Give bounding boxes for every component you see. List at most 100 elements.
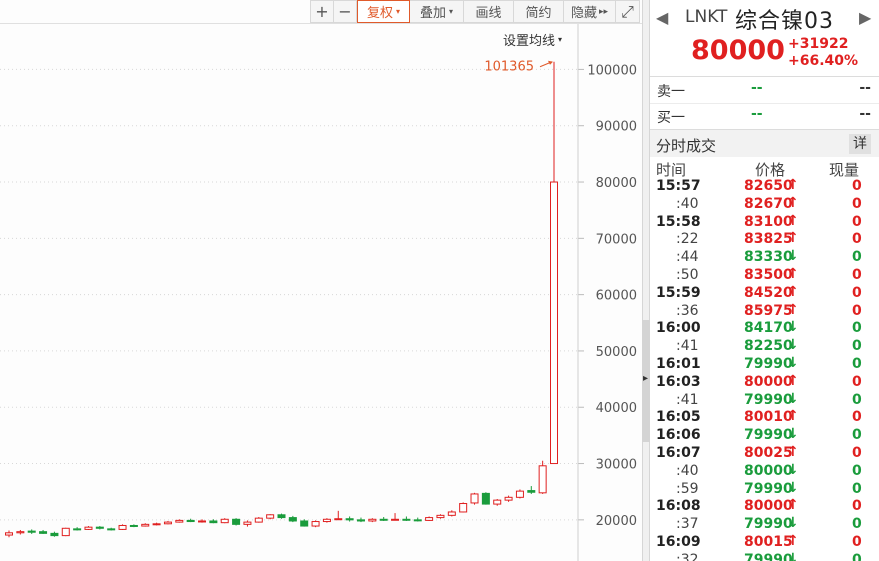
arrow-up-icon: ↑ (787, 532, 799, 549)
tick-volume: 0 (852, 355, 862, 372)
candle-body (186, 519, 195, 523)
tick-time: 16:03 (656, 373, 701, 390)
candle-body (163, 521, 172, 525)
arrow-up-icon: ↑ (787, 301, 799, 318)
tick-volume: 0 (852, 195, 862, 212)
tick-volume: 0 (852, 320, 862, 337)
tick-row: 16:06 79990 ↓ 0 (650, 426, 879, 445)
tick-row: :40 82670 ↑ 0 (650, 194, 879, 214)
candle-body (175, 519, 184, 523)
tick-row: :32 79990 ↓ 0 (650, 551, 879, 561)
candle-body (288, 517, 297, 522)
tick-price: 85975 (744, 302, 793, 319)
candle-body (254, 517, 263, 523)
double-arrow-icon: ▸▸ (598, 6, 609, 17)
last-price: 80000 (691, 35, 785, 66)
candle-body (470, 493, 479, 504)
tick-volume: 0 (852, 249, 862, 266)
tick-row: 15:58 83100 ↑ 0 (650, 213, 879, 232)
chart-grid (0, 68, 584, 521)
candle-body (141, 523, 150, 527)
candle-body (243, 521, 252, 525)
tick-price: 79990 (744, 551, 793, 561)
arrow-up-icon: ↑ (787, 230, 799, 247)
candle-body (118, 524, 127, 530)
tick-row: 16:07 80025 ↑ 0 (650, 444, 879, 463)
candle-body (311, 521, 320, 527)
fullscreen-button[interactable]: ⤢ (616, 0, 640, 23)
tick-price: 80000 (744, 373, 793, 390)
tick-time: 16:00 (656, 320, 701, 337)
ticks-detail-button[interactable]: 详 (849, 134, 871, 154)
y-tick-label: 50000 (596, 345, 637, 360)
kline-chart-panel[interactable]: 100000 90000 80000 70000 60000 50000 40000 3000… (0, 0, 644, 561)
ma-setting-dropdown[interactable]: 设置均线 ▾ (503, 30, 562, 49)
y-tick-label: 90000 (596, 120, 637, 135)
kline-chart[interactable]: 100000 90000 80000 70000 60000 50000 40000 3000… (0, 0, 642, 561)
jianyue-button[interactable]: 简约 (514, 0, 564, 23)
tick-row: 16:09 80015 ↑ 0 (650, 532, 879, 552)
tick-row: 16:01 79990 ↓ 0 (650, 355, 879, 374)
arrow-down-icon: ↓ (787, 479, 799, 496)
tick-volume: 0 (852, 284, 862, 301)
arrow-up-icon: ↑ (787, 265, 799, 282)
tick-price: 79990 (744, 516, 793, 533)
arrow-down-icon: ↓ (787, 515, 799, 532)
panel-divider[interactable] (642, 0, 650, 561)
tick-row: :44 83330 ↓ 0 (650, 248, 879, 267)
tick-time: :41 (676, 338, 699, 355)
candle-body (198, 520, 207, 523)
zoom-in-button[interactable]: + (310, 0, 334, 23)
diejia-dropdown[interactable]: 叠加 ▾ (410, 0, 464, 23)
candle-body (504, 496, 513, 501)
candle-body (493, 499, 502, 505)
tick-volume: 0 (852, 516, 862, 533)
tick-row: :37 79990 ↓ 0 (650, 515, 879, 534)
candle-body (550, 181, 558, 465)
collapse-arrow-icon[interactable]: ▸ (643, 373, 648, 384)
col-volume: 现量 (829, 161, 860, 179)
ma-setting-label: 设置均线 (503, 34, 556, 49)
fuquan-dropdown[interactable]: 复权 ▾ (357, 0, 410, 23)
tick-price: 80010 (744, 409, 793, 426)
ticks-columns: 时间 价格 现量 (650, 158, 879, 179)
tick-price: 83825 (744, 231, 793, 248)
bid-volume: -- (859, 106, 871, 122)
candle-body (345, 518, 354, 521)
tick-price: 84520 (744, 284, 793, 301)
tick-row: :50 83500 ↑ 0 (650, 265, 879, 285)
arrow-up-icon: ↑ (787, 283, 799, 300)
tick-row: 15:57 82650 ↑ 0 (650, 177, 879, 196)
price-change: +31922 (788, 36, 849, 52)
tick-volume: 0 (852, 498, 862, 515)
tick-price: 84170 (744, 320, 793, 337)
tick-time: :40 (676, 462, 699, 479)
tick-volume: 0 (852, 373, 862, 390)
tick-volume: 0 (852, 427, 862, 444)
tick-row: 15:59 84520 ↑ 0 (650, 283, 879, 303)
arrow-up-icon: ↑ (787, 194, 799, 211)
next-symbol-icon[interactable]: ▶ (859, 8, 871, 27)
col-time: 时间 (656, 161, 687, 179)
zoom-out-button[interactable]: − (334, 0, 357, 23)
yincang-button[interactable]: 隐藏 ▸▸ (564, 0, 616, 23)
candle-body (368, 518, 377, 522)
candle-body (50, 532, 59, 537)
minus-icon: − (338, 2, 352, 21)
arrow-down-icon: ↓ (787, 461, 799, 478)
tick-price: 83100 (744, 213, 793, 230)
tick-price: 82250 (744, 338, 793, 355)
tick-list[interactable]: 15:57 82650 ↑ 0:40 82670 ↑ 0 15:58 83100 ↑ 0:22 838… (650, 177, 879, 561)
tick-row: :41 82250 ↓ 0 (650, 337, 879, 356)
tick-price: 79990 (744, 480, 793, 497)
huaxian-button[interactable]: 画线 (464, 0, 514, 23)
fuquan-label: 复权 (366, 6, 393, 21)
candle-body (209, 520, 218, 524)
ask-row: 卖一 -- -- (650, 77, 879, 103)
y-tick-label: 70000 (596, 232, 637, 247)
tick-row: :36 85975 ↑ 0 (650, 301, 879, 321)
tick-row: :22 83825 ↑ 0 (650, 230, 879, 249)
tick-row: 16:00 84170 ↓ 0 (650, 319, 879, 338)
tick-volume: 0 (852, 266, 862, 283)
prev-symbol-icon[interactable]: ◀ (656, 8, 668, 27)
